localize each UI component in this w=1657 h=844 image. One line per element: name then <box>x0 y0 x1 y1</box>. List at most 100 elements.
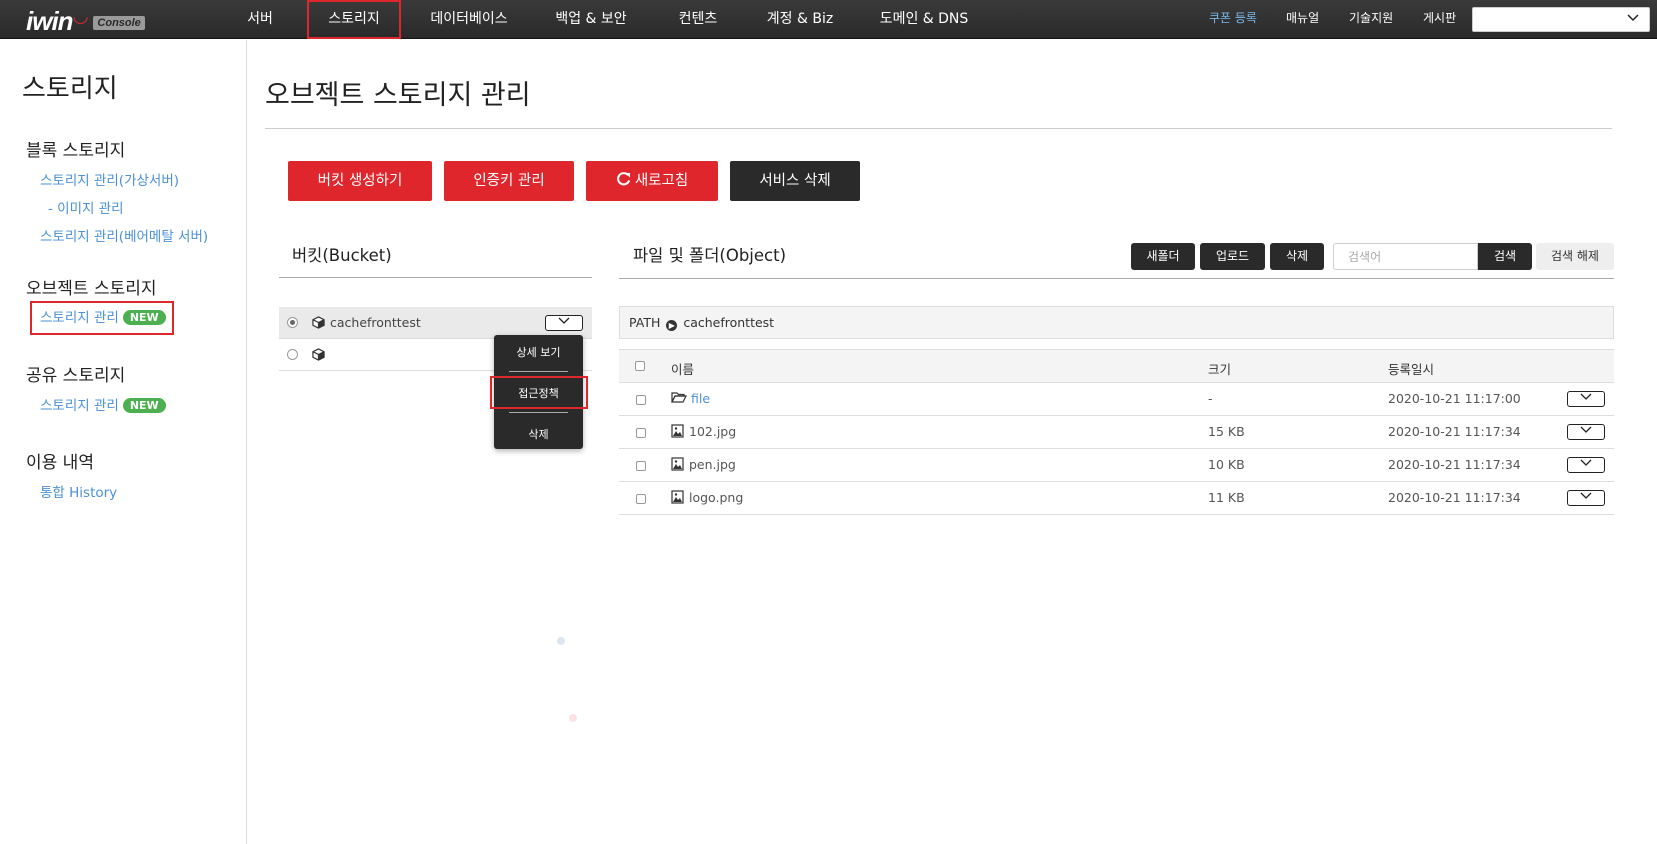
path-label: PATH <box>629 315 661 330</box>
bucket-icon <box>312 348 325 365</box>
image-icon <box>671 490 684 508</box>
sidebar: 스토리지 블록 스토리지 스토리지 관리(가상서버) - 이미지 관리 스토리지… <box>0 40 247 844</box>
search-button[interactable]: 검색 <box>1478 243 1532 270</box>
select-all-checkbox[interactable] <box>635 361 645 371</box>
row-dropdown-button[interactable] <box>1567 490 1605 506</box>
menu-item-detail[interactable]: 상세 보기 <box>494 344 583 360</box>
table-row[interactable]: logo.png 11 KB 2020-10-21 11:17:34 <box>619 482 1614 515</box>
file-size: 15 KB <box>1208 424 1245 439</box>
file-date: 2020-10-21 11:17:34 <box>1388 457 1521 472</box>
nav-storage[interactable]: 스토리지 <box>307 0 401 39</box>
row-checkbox[interactable] <box>636 494 646 504</box>
row-checkbox[interactable] <box>636 461 646 471</box>
file-name[interactable]: file <box>691 391 710 406</box>
util-support[interactable]: 기술지원 <box>1349 0 1393 39</box>
create-bucket-button[interactable]: 버킷 생성하기 <box>288 161 432 201</box>
row-checkbox[interactable] <box>636 428 646 438</box>
sidebar-item-block-baremetal[interactable]: 스토리지 관리(베어메탈 서버) <box>40 225 208 245</box>
row-dropdown-button[interactable] <box>1567 457 1605 473</box>
decorative-dot <box>569 714 577 722</box>
refresh-icon <box>616 163 631 203</box>
iwin-logo[interactable]: iwin ◡ Console <box>26 6 145 34</box>
file-size: 11 KB <box>1208 490 1245 505</box>
nav-contents[interactable]: 컨텐츠 <box>672 0 724 39</box>
util-coupon[interactable]: 쿠폰 등록 <box>1209 0 1257 39</box>
image-icon <box>671 424 684 442</box>
column-date: 등록일시 <box>1388 362 1435 377</box>
sidebar-title: 스토리지 <box>22 74 118 104</box>
image-icon <box>671 457 684 475</box>
bucket-dropdown-button[interactable] <box>545 315 583 331</box>
file-name: 102.jpg <box>689 424 737 439</box>
decorative-dot <box>557 637 565 645</box>
refresh-label: 새로고침 <box>634 173 689 189</box>
delete-button[interactable]: 삭제 <box>1270 243 1324 270</box>
util-manual[interactable]: 매뉴얼 <box>1286 0 1319 39</box>
logo-text: iwin <box>26 6 74 36</box>
row-dropdown-button[interactable] <box>1567 391 1605 407</box>
sidebar-section-block: 블록 스토리지 <box>26 141 126 161</box>
sidebar-section-object: 오브젝트 스토리지 <box>26 279 157 299</box>
bucket-radio[interactable] <box>287 317 298 328</box>
table-row[interactable]: 102.jpg 15 KB 2020-10-21 11:17:34 <box>619 416 1614 449</box>
menu-item-delete[interactable]: 삭제 <box>494 426 583 442</box>
sidebar-section-usage: 이용 내역 <box>26 453 94 473</box>
folder-icon <box>671 391 687 408</box>
bucket-panel-divider <box>279 277 592 278</box>
bucket-panel-title: 버킷(Bucket) <box>292 246 392 265</box>
menu-divider <box>509 371 568 372</box>
table-row[interactable]: pen.jpg 10 KB 2020-10-21 11:17:34 <box>619 449 1614 482</box>
new-folder-button[interactable]: 새폴더 <box>1131 243 1195 270</box>
file-size: - <box>1208 391 1213 406</box>
chevron-down-icon <box>1627 12 1639 26</box>
table-header: 이름 크기 등록일시 <box>619 349 1614 383</box>
page-title: 오브젝트 스토리지 관리 <box>265 80 531 111</box>
column-name: 이름 <box>671 362 695 377</box>
nav-database[interactable]: 데이터베이스 <box>424 0 514 39</box>
sidebar-item-label: 스토리지 관리 <box>40 398 119 414</box>
title-divider <box>265 128 1612 129</box>
bucket-icon <box>312 316 325 333</box>
auth-key-button[interactable]: 인증키 관리 <box>444 161 574 201</box>
logo-smile-icon: ◡ <box>73 6 88 27</box>
nav-backup-security[interactable]: 백업 & 보안 <box>552 0 630 39</box>
sidebar-item-image[interactable]: - 이미지 관리 <box>48 197 124 217</box>
top-nav-bar: iwin ◡ Console 서버 스토리지 데이터베이스 백업 & 보안 컨텐… <box>0 0 1657 39</box>
search-input[interactable] <box>1333 243 1478 270</box>
column-size: 크기 <box>1208 362 1232 377</box>
file-date: 2020-10-21 11:17:34 <box>1388 490 1521 505</box>
refresh-button[interactable]: 새로고침 <box>586 161 718 201</box>
arrow-right-icon: ▶ <box>666 320 678 331</box>
object-panel-title: 파일 및 폴더(Object) <box>633 246 787 265</box>
highlight-box <box>490 376 588 409</box>
bucket-name: cachefronttest <box>330 315 421 330</box>
path-bar: PATH ▶ cachefronttest <box>619 306 1614 339</box>
row-checkbox[interactable] <box>636 395 646 405</box>
path-value: cachefronttest <box>683 315 775 330</box>
menu-divider <box>509 412 568 413</box>
upload-button[interactable]: 업로드 <box>1200 243 1265 270</box>
file-size: 10 KB <box>1208 457 1245 472</box>
sidebar-item-block-virtual[interactable]: 스토리지 관리(가상서버) <box>40 169 179 189</box>
search-clear-button[interactable]: 검색 해제 <box>1536 243 1614 270</box>
new-badge: NEW <box>122 398 166 413</box>
util-board[interactable]: 게시판 <box>1423 0 1456 39</box>
highlight-box <box>30 301 174 335</box>
sidebar-section-shared: 공유 스토리지 <box>26 366 126 386</box>
file-name: logo.png <box>689 490 744 505</box>
object-panel-divider <box>619 278 1614 279</box>
sidebar-item-history[interactable]: 통합 History <box>40 481 117 501</box>
row-dropdown-button[interactable] <box>1567 424 1605 440</box>
nav-server[interactable]: 서버 <box>238 0 282 39</box>
top-select-dropdown[interactable] <box>1472 7 1650 32</box>
file-date: 2020-10-21 11:17:00 <box>1388 391 1521 406</box>
file-name: pen.jpg <box>689 457 736 472</box>
nav-account-biz[interactable]: 계정 & Biz <box>764 0 836 39</box>
console-badge: Console <box>93 16 145 30</box>
sidebar-item-shared-manage[interactable]: 스토리지 관리 NEW <box>40 394 166 414</box>
table-row[interactable]: file - 2020-10-21 11:17:00 <box>619 383 1614 416</box>
delete-service-button[interactable]: 서비스 삭제 <box>730 161 860 201</box>
nav-domain-dns[interactable]: 도메인 & DNS <box>876 0 972 39</box>
bucket-radio[interactable] <box>287 349 298 360</box>
file-date: 2020-10-21 11:17:34 <box>1388 424 1521 439</box>
